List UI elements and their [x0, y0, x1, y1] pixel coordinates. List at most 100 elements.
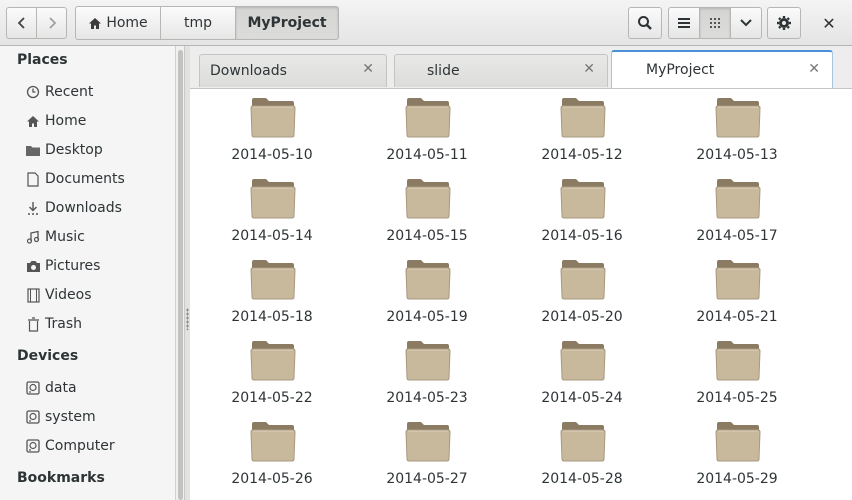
sidebar-item-documents[interactable]: Documents: [24, 167, 174, 191]
sidebar-item-label: data: [45, 380, 77, 396]
home-icon: [89, 17, 102, 29]
folder-item[interactable]: 2014-05-18: [207, 251, 337, 331]
breadcrumb-label: tmp: [183, 15, 212, 31]
sidebar-item-label: Home: [45, 113, 87, 129]
download-icon: [24, 199, 42, 217]
folder-name: 2014-05-22: [231, 390, 313, 406]
sidebar-item-data[interactable]: data: [24, 376, 174, 400]
folder-item[interactable]: 2014-05-15: [362, 170, 492, 250]
clock-icon: [24, 83, 42, 101]
folder-item[interactable]: 2014-05-27: [362, 413, 492, 493]
folder-item[interactable]: 2014-05-11: [362, 89, 492, 169]
folder-name: 2014-05-12: [541, 147, 623, 163]
sidebar-item-computer[interactable]: Computer: [24, 434, 174, 458]
folder-name: 2014-05-29: [696, 471, 778, 487]
close-icon[interactable]: ✕: [583, 61, 595, 77]
folder-item[interactable]: 2014-05-13: [672, 89, 802, 169]
folder-item[interactable]: 2014-05-10: [207, 89, 337, 169]
view-options-button[interactable]: [730, 7, 762, 39]
sidebar-item-label: Desktop: [45, 142, 103, 158]
folder-item[interactable]: 2014-05-26: [207, 413, 337, 493]
sidebar-item-downloads[interactable]: Downloads: [24, 196, 174, 220]
folder-name: 2014-05-27: [386, 471, 468, 487]
breadcrumb-tmp[interactable]: tmp: [160, 6, 236, 40]
folder-icon: [24, 141, 42, 159]
folder-icon: [715, 422, 761, 462]
menu-button[interactable]: [767, 7, 801, 39]
folder-item[interactable]: 2014-05-24: [517, 332, 647, 412]
folder-icon: [250, 179, 296, 219]
film-icon: [24, 286, 42, 304]
folder-icon: [250, 260, 296, 300]
folder-name: 2014-05-25: [696, 390, 778, 406]
search-icon: [638, 16, 652, 30]
folder-item[interactable]: 2014-05-17: [672, 170, 802, 250]
sidebar-item-videos[interactable]: Videos: [24, 283, 174, 307]
sidebar-item-pictures[interactable]: Pictures: [24, 254, 174, 278]
tab-label: Downloads: [210, 63, 287, 79]
folder-name: 2014-05-17: [696, 228, 778, 244]
sidebar-item-home[interactable]: Home: [24, 109, 174, 133]
close-icon[interactable]: ✕: [808, 61, 820, 77]
music-icon: [24, 228, 42, 246]
grid-icon: [709, 17, 720, 28]
sidebar-item-system[interactable]: system: [24, 405, 174, 429]
folder-name: 2014-05-11: [386, 147, 468, 163]
folder-icon: [405, 422, 451, 462]
folder-item[interactable]: 2014-05-19: [362, 251, 492, 331]
scrollbar-thumb[interactable]: [178, 50, 183, 500]
folder-icon: [560, 98, 606, 138]
chevron-right-icon: [48, 17, 56, 29]
folder-icon: [250, 341, 296, 381]
folder-name: 2014-05-20: [541, 309, 623, 325]
grid-view-button[interactable]: [699, 7, 731, 39]
sidebar-item-music[interactable]: Music: [24, 225, 174, 249]
folder-name: 2014-05-18: [231, 309, 313, 325]
folder-icon: [715, 260, 761, 300]
sidebar-item-label: Recent: [45, 84, 94, 100]
search-button[interactable]: [628, 7, 662, 39]
window-close-button[interactable]: ✕: [812, 7, 846, 39]
folder-name: 2014-05-28: [541, 471, 623, 487]
forward-button[interactable]: [36, 7, 67, 39]
folder-item[interactable]: 2014-05-25: [672, 332, 802, 412]
sidebar-item-desktop[interactable]: Desktop: [24, 138, 174, 162]
folder-item[interactable]: 2014-05-12: [517, 89, 647, 169]
tab-downloads[interactable]: Downloads ✕: [199, 54, 387, 87]
trash-icon: [24, 315, 42, 333]
folder-item[interactable]: 2014-05-23: [362, 332, 492, 412]
folder-name: 2014-05-13: [696, 147, 778, 163]
folder-icon: [560, 422, 606, 462]
folder-item[interactable]: 2014-05-20: [517, 251, 647, 331]
folder-name: 2014-05-24: [541, 390, 623, 406]
breadcrumb-current[interactable]: MyProject: [235, 6, 339, 40]
sidebar-item-trash[interactable]: Trash: [24, 312, 174, 336]
folder-icon: [405, 98, 451, 138]
sidebar-item-label: Documents: [45, 171, 125, 187]
folder-name: 2014-05-19: [386, 309, 468, 325]
folder-item[interactable]: 2014-05-29: [672, 413, 802, 493]
close-icon[interactable]: ✕: [362, 61, 374, 77]
folder-name: 2014-05-23: [386, 390, 468, 406]
folder-item[interactable]: 2014-05-16: [517, 170, 647, 250]
list-icon: [678, 18, 690, 28]
grip-icon: [186, 308, 189, 330]
folder-item[interactable]: 2014-05-14: [207, 170, 337, 250]
drive-icon: [24, 437, 42, 455]
back-button[interactable]: [6, 7, 37, 39]
folder-name: 2014-05-16: [541, 228, 623, 244]
chevron-down-icon: [740, 19, 752, 27]
chevron-left-icon: [17, 17, 25, 29]
folder-item[interactable]: 2014-05-28: [517, 413, 647, 493]
sidebar-scrollbar[interactable]: [176, 46, 184, 500]
tab-slide[interactable]: slide ✕: [394, 54, 608, 87]
sidebar-item-label: Pictures: [45, 258, 101, 274]
sidebar-item-label: Trash: [45, 316, 82, 332]
list-view-button[interactable]: [668, 7, 700, 39]
sidebar-item-recent[interactable]: Recent: [24, 80, 174, 104]
tab-myproject[interactable]: MyProject ✕: [611, 50, 833, 88]
folder-name: 2014-05-10: [231, 147, 313, 163]
breadcrumb-home[interactable]: Home: [75, 6, 161, 40]
folder-item[interactable]: 2014-05-21: [672, 251, 802, 331]
folder-item[interactable]: 2014-05-22: [207, 332, 337, 412]
